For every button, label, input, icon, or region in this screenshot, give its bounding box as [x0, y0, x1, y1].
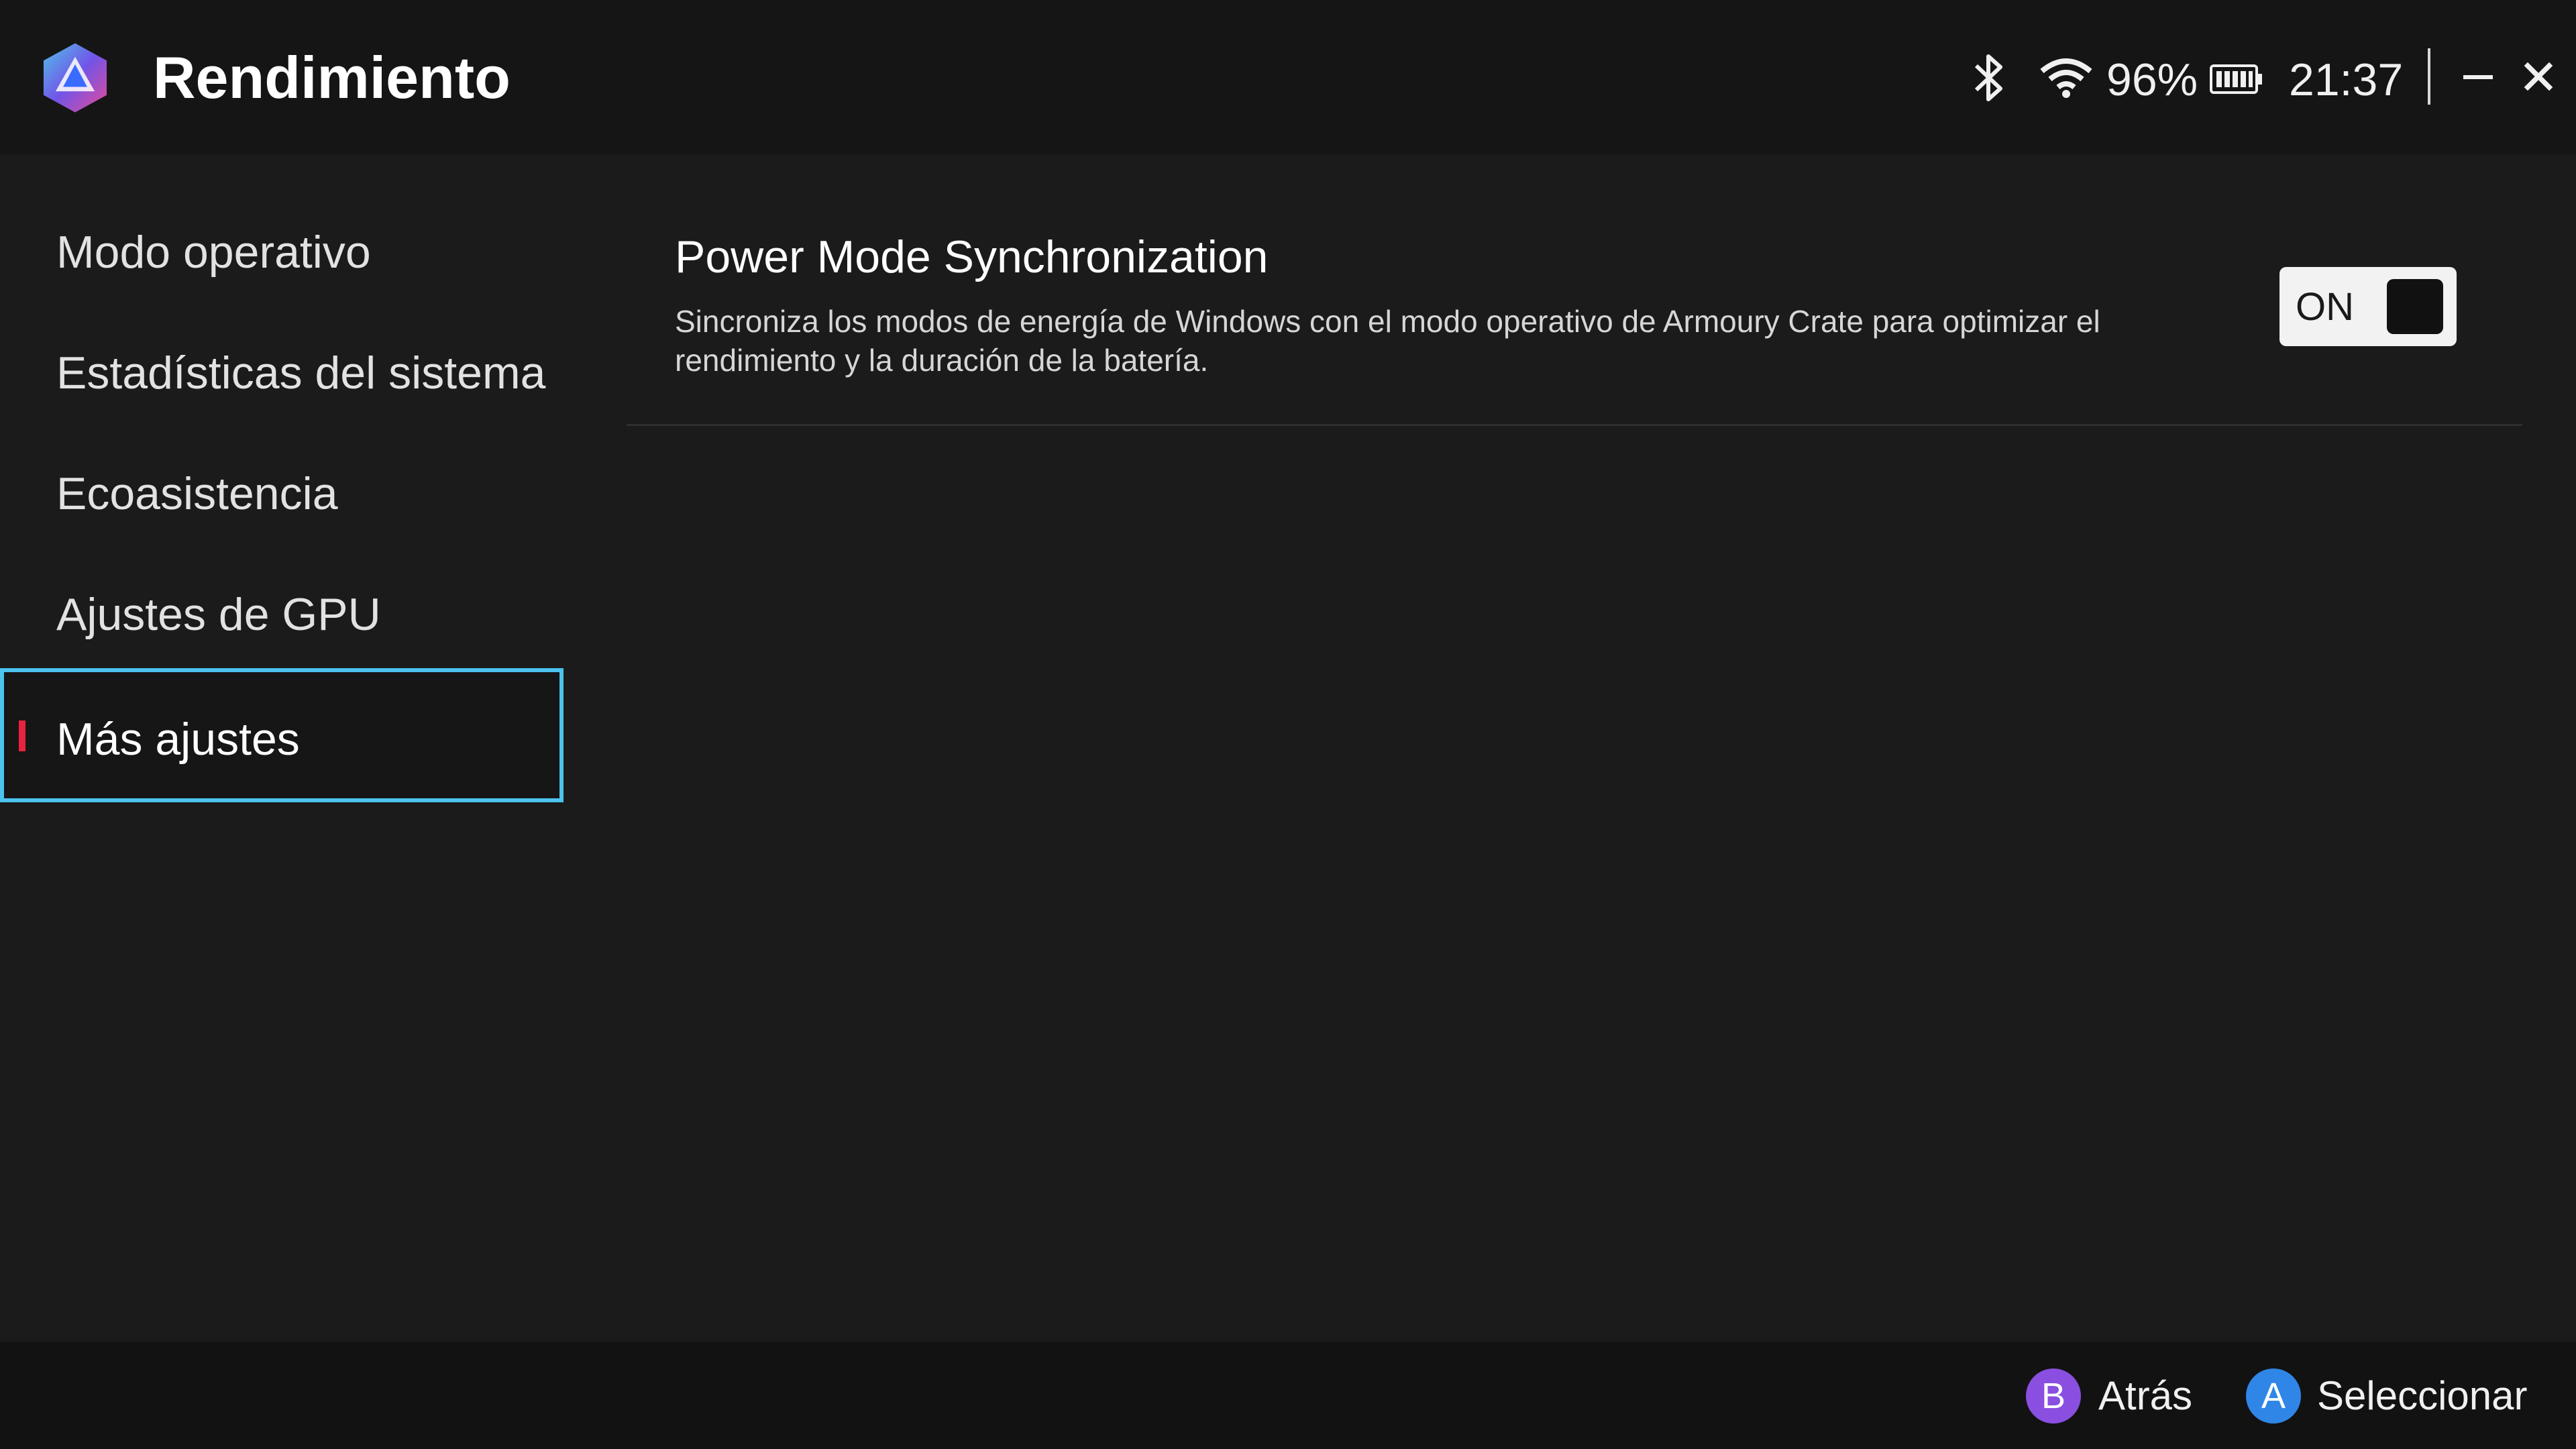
a-button-icon[interactable]: A [2246, 1368, 2301, 1424]
toggle-label: ON [2296, 285, 2354, 329]
sidebar-item-ajustes-gpu[interactable]: Ajustes de GPU [0, 547, 564, 682]
back-hint-label[interactable]: Atrás [2098, 1366, 2192, 1426]
title-bar: Rendimiento 96% 21:37 [0, 0, 2576, 154]
sidebar-item-estadisticas[interactable]: Estadísticas del sistema [0, 306, 564, 440]
app-logo-icon [43, 43, 107, 113]
page-title: Rendimiento [153, 44, 511, 111]
select-hint-label[interactable]: Seleccionar [2317, 1366, 2528, 1426]
sidebar-item-label: Ajustes de GPU [56, 589, 381, 640]
battery-icon[interactable] [2210, 64, 2263, 94]
minimize-icon [2463, 75, 2493, 79]
sidebar: Modo operativo Estadísticas del sistema … [0, 154, 570, 1342]
setting-description: Sincroniza los modos de energía de Windo… [675, 304, 2100, 378]
toggle-knob [2387, 279, 2443, 334]
sidebar-item-label: Más ajustes [56, 714, 300, 765]
clock: 21:37 [2289, 54, 2404, 105]
selected-indicator [19, 720, 25, 751]
close-icon[interactable] [2520, 58, 2557, 95]
minimize-button[interactable] [2459, 60, 2497, 94]
bluetooth-icon[interactable] [1968, 51, 2008, 105]
wifi-icon[interactable] [2039, 56, 2093, 99]
footer-bar: B Atrás A Seleccionar [0, 1342, 2576, 1449]
b-button-icon[interactable]: B [2026, 1368, 2081, 1424]
sidebar-item-label: Estadísticas del sistema [56, 347, 546, 398]
setting-title: Power Mode Synchronization [675, 231, 1269, 282]
power-mode-sync-toggle[interactable]: ON [2279, 267, 2457, 346]
sidebar-item-ecoasistencia[interactable]: Ecoasistencia [0, 427, 564, 561]
sidebar-item-mas-ajustes[interactable]: Más ajustes [0, 668, 564, 802]
battery-percentage: 96% [2106, 54, 2198, 105]
settings-panel: Power Mode Synchronization Sincroniza lo… [627, 154, 2522, 1342]
sidebar-item-label: Modo operativo [56, 227, 371, 278]
titlebar-divider [2428, 48, 2430, 105]
sidebar-item-modo-operativo[interactable]: Modo operativo [0, 185, 564, 319]
sidebar-item-label: Ecoasistencia [56, 468, 338, 519]
row-divider [627, 424, 2522, 426]
